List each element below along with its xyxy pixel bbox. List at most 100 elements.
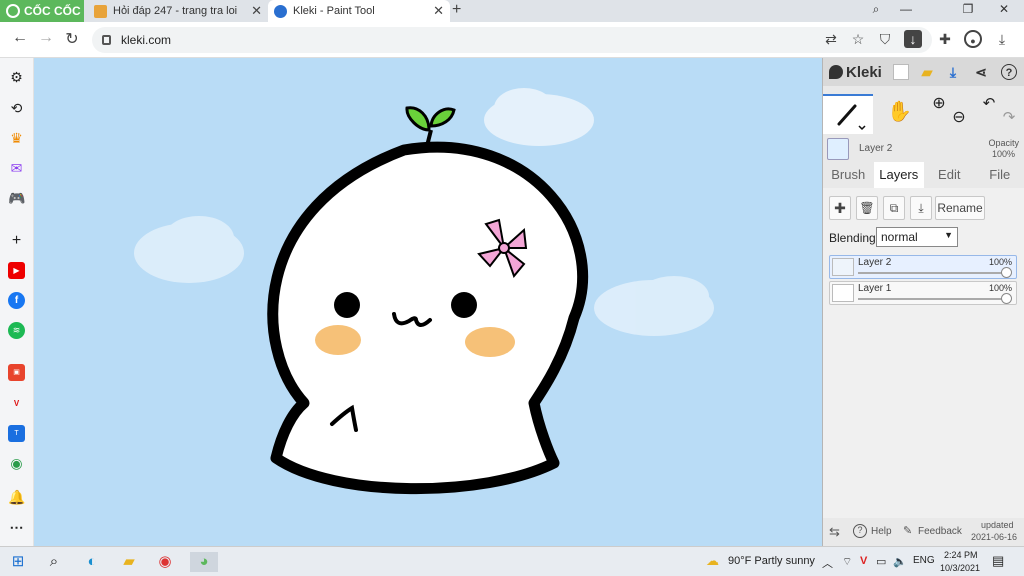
new-file-icon[interactable]: [893, 64, 909, 80]
volume-icon[interactable]: 🔈: [893, 555, 907, 568]
url-field[interactable]: kleki.com: [92, 27, 932, 53]
right-blush: [465, 327, 515, 357]
antivirus-icon[interactable]: V: [860, 555, 867, 567]
close-tab-icon[interactable]: ✕: [251, 3, 262, 19]
tiki-icon[interactable]: T: [8, 425, 25, 442]
clock-time[interactable]: 2:24 PM: [944, 550, 978, 560]
more-icon[interactable]: ⋯: [8, 519, 25, 536]
edge-icon[interactable]: ◐: [82, 552, 102, 572]
feedback-link[interactable]: Feedback: [918, 526, 962, 537]
shopee-icon[interactable]: ▣: [8, 364, 25, 381]
new-tab-button[interactable]: +: [452, 1, 461, 19]
close-tab-icon[interactable]: ✕: [433, 3, 444, 19]
app-name: Kleki: [846, 63, 882, 81]
layer-item[interactable]: Layer 2 100%: [829, 255, 1017, 279]
layer-thumbnail: [832, 284, 854, 302]
drawing-canvas[interactable]: [34, 58, 822, 546]
tab-kleki[interactable]: Kleki - Paint Tool ✕: [268, 0, 450, 22]
settings-gear-icon[interactable]: ⚙: [8, 69, 25, 86]
forward-icon[interactable]: →: [36, 29, 56, 47]
merge-layer-icon[interactable]: ⤓: [910, 196, 932, 220]
layers-pane: ✚ 🗑 ⧉ ⤓ Rename Blending normal ▼ Layer 2…: [823, 188, 1024, 518]
rename-button[interactable]: Rename: [935, 196, 985, 220]
notification-bell-icon[interactable]: 🔔: [8, 489, 25, 506]
delete-layer-icon[interactable]: 🗑: [856, 196, 878, 220]
tab-brush[interactable]: Brush: [823, 162, 874, 188]
youtube-icon[interactable]: ▶: [8, 262, 25, 279]
tab-edit[interactable]: Edit: [924, 162, 975, 188]
coccoc-menu-button[interactable]: CỐC CỐC: [0, 0, 84, 22]
clock-date[interactable]: 10/3/2021: [940, 563, 980, 573]
add-shortcut-icon[interactable]: +: [8, 232, 25, 249]
facebook-icon[interactable]: f: [8, 292, 25, 309]
help-circle-icon[interactable]: ?: [1001, 64, 1017, 80]
coccoc-taskbar-icon[interactable]: ◕: [190, 552, 218, 572]
zoom-in-icon[interactable]: ⊕: [931, 96, 947, 112]
updated-date: 2021-06-16: [971, 532, 1018, 542]
tab-hoidap247[interactable]: Hỏi đáp 247 - trang tra loi ✕: [88, 0, 268, 22]
tool-row: ✋ ⊕ ⊖ ↶ ↷: [823, 94, 1024, 134]
minimize-icon[interactable]: —: [896, 2, 916, 16]
opacity-value: 100%: [991, 149, 1015, 159]
wifi-icon[interactable]: ⌔: [842, 555, 852, 569]
layer-opacity: 100%: [988, 283, 1012, 293]
layer-item[interactable]: Layer 1 100%: [829, 281, 1017, 305]
windows-start-icon[interactable]: ⊞: [8, 552, 28, 572]
restore-icon[interactable]: ❐: [958, 2, 978, 16]
cloud-shape: [484, 88, 594, 146]
shield-icon[interactable]: ⛉: [876, 30, 894, 48]
layer-name: Layer 1: [858, 283, 892, 294]
save-download-icon[interactable]: ⤓: [945, 64, 961, 80]
downloads-icon[interactable]: ⤓: [993, 30, 1011, 48]
cloud-shape: [594, 276, 714, 336]
slider-knob[interactable]: [1001, 293, 1012, 304]
crown-icon[interactable]: ♛: [8, 130, 25, 147]
reload-icon[interactable]: ↻: [62, 29, 82, 49]
vtv-icon[interactable]: V: [8, 395, 25, 412]
blending-select[interactable]: normal ▼: [876, 227, 958, 247]
search-tabs-icon[interactable]: ⌕: [866, 2, 886, 17]
swap-side-icon[interactable]: ⇆: [829, 524, 840, 540]
file-explorer-icon[interactable]: ▰: [119, 552, 139, 572]
extensions-icon[interactable]: ✚: [936, 30, 954, 48]
help-link[interactable]: Help: [871, 526, 892, 537]
add-layer-icon[interactable]: ✚: [829, 196, 851, 220]
bookmark-star-icon[interactable]: ☆: [849, 30, 867, 48]
game-controller-icon[interactable]: 🎮: [8, 190, 25, 207]
profile-icon[interactable]: ●: [964, 30, 982, 48]
layer-opacity-slider[interactable]: [858, 272, 1006, 274]
tab-layers[interactable]: Layers: [873, 162, 924, 188]
tab-file[interactable]: File: [975, 162, 1024, 188]
battery-icon[interactable]: ▭: [876, 555, 886, 568]
chrome-icon[interactable]: ◉: [155, 552, 175, 572]
search-icon[interactable]: ⌕: [44, 552, 64, 572]
duplicate-layer-icon[interactable]: ⧉: [883, 196, 905, 220]
zoom-out-icon[interactable]: ⊖: [951, 110, 967, 126]
map-pin-icon[interactable]: ◉: [8, 455, 25, 472]
messenger-icon[interactable]: ✉: [8, 160, 25, 177]
brush-tool-button[interactable]: [823, 94, 873, 134]
address-toolbar: ← → ↻ kleki.com ⇄ ☆ ⛉ ↓ ✚ ● ⤓: [0, 22, 1024, 58]
chevron-down-icon: ▼: [944, 230, 953, 240]
share-icon[interactable]: ⋖: [973, 64, 989, 80]
weather-text[interactable]: 90°F Partly sunny: [728, 555, 815, 567]
layer-thumbnail[interactable]: [827, 138, 849, 160]
redo-icon[interactable]: ↷: [1001, 110, 1017, 126]
undo-icon[interactable]: ↶: [981, 96, 997, 112]
download-arrow-icon[interactable]: ↓: [904, 30, 922, 48]
slider-knob[interactable]: [1001, 267, 1012, 278]
language-indicator[interactable]: ENG: [913, 555, 935, 566]
translate-icon[interactable]: ⇄: [822, 30, 840, 48]
hand-tool-icon[interactable]: ✋: [887, 102, 912, 122]
tray-chevron-icon[interactable]: ︿: [822, 555, 833, 571]
close-window-icon[interactable]: ✕: [994, 2, 1014, 16]
right-eye: [451, 292, 477, 318]
open-folder-icon[interactable]: ▰: [919, 64, 935, 80]
spotify-icon[interactable]: ≋: [8, 322, 25, 339]
history-icon[interactable]: ⟲: [8, 100, 25, 117]
layer-opacity-slider[interactable]: [858, 298, 1006, 300]
back-icon[interactable]: ←: [10, 29, 30, 47]
notifications-icon[interactable]: ▤: [992, 553, 1004, 569]
weather-icon: ☁: [706, 553, 719, 568]
updated-label: updated: [981, 520, 1014, 530]
